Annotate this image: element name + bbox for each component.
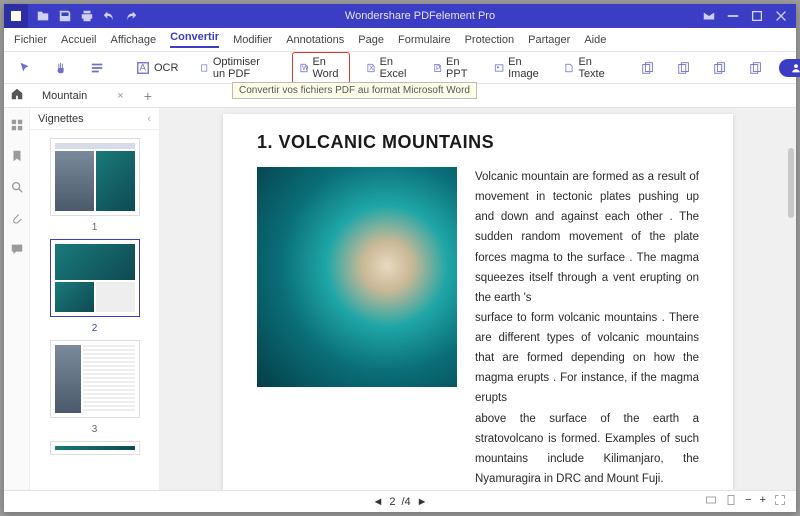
menu-partager[interactable]: Partager xyxy=(528,34,570,46)
page-current: 2 xyxy=(389,496,395,508)
redo-icon[interactable] xyxy=(124,9,138,23)
undo-icon[interactable] xyxy=(102,9,116,23)
svg-text:A: A xyxy=(140,62,147,73)
document-view[interactable]: 1. VOLCANIC MOUNTAINS Volcanic mountain … xyxy=(160,108,796,490)
to-excel-button[interactable]: XEn Excel xyxy=(360,53,417,83)
page-content: 1. VOLCANIC MOUNTAINS Volcanic mountain … xyxy=(223,114,733,490)
panel-close-icon[interactable]: ‹ xyxy=(147,113,151,125)
to-word-button[interactable]: WEn Word xyxy=(292,52,350,84)
menu-bar: Fichier Accueil Affichage Convertir Modi… xyxy=(4,28,796,52)
menu-page[interactable]: Page xyxy=(358,34,384,46)
batch-1-button[interactable] xyxy=(635,58,661,78)
thumbnail-page-2[interactable] xyxy=(50,239,140,317)
workspace: Vignettes ‹ 1 2 3 1. VOLC xyxy=(4,108,796,490)
fullscreen-icon[interactable] xyxy=(774,494,786,509)
to-ppt-button[interactable]: PEn PPT xyxy=(427,53,478,83)
print-icon[interactable] xyxy=(80,9,94,23)
prev-page-icon[interactable]: ◄ xyxy=(372,496,383,508)
quick-access xyxy=(28,9,146,23)
minimize-icon[interactable] xyxy=(726,9,740,23)
side-rail xyxy=(4,108,30,490)
save-icon[interactable] xyxy=(58,9,72,23)
window-controls xyxy=(694,9,796,23)
page-total: /4 xyxy=(401,496,410,508)
user-pill[interactable]: Shelley xyxy=(779,59,800,77)
select-tool[interactable] xyxy=(84,58,110,78)
ocr-button[interactable]: AOCR xyxy=(130,58,184,78)
thumbnail-page-1[interactable] xyxy=(50,138,140,216)
zoom-out-icon[interactable]: − xyxy=(745,494,751,509)
page-image xyxy=(257,167,457,387)
menu-convertir[interactable]: Convertir xyxy=(170,31,219,48)
tooltip: Convertir vos fichiers PDF au format Mic… xyxy=(232,82,477,99)
batch-3-button[interactable] xyxy=(707,58,733,78)
zoom-in-icon[interactable]: + xyxy=(760,494,766,509)
paragraph-1: Volcanic mountain are formed as a result… xyxy=(475,167,699,308)
thumbnail-page-3[interactable] xyxy=(50,340,140,418)
open-icon[interactable] xyxy=(36,9,50,23)
pointer-tool[interactable] xyxy=(12,58,38,78)
menu-affichage[interactable]: Affichage xyxy=(110,34,156,46)
app-logo xyxy=(4,4,28,28)
menu-protection[interactable]: Protection xyxy=(465,34,515,46)
thumb-label-1: 1 xyxy=(92,222,98,233)
thumbnails-panel: Vignettes ‹ 1 2 3 xyxy=(30,108,160,490)
tab-close-icon[interactable]: × xyxy=(117,90,123,102)
fit-page-icon[interactable] xyxy=(725,494,737,509)
batch-2-button[interactable] xyxy=(671,58,697,78)
svg-text:W: W xyxy=(302,64,309,71)
title-bar: Wondershare PDFelement Pro xyxy=(4,4,796,28)
tab-mountain[interactable]: Mountain× xyxy=(36,90,130,102)
menu-aide[interactable]: Aide xyxy=(584,34,606,46)
toolbar: AOCR Optimiser un PDF WEn Word XEn Excel… xyxy=(4,52,796,84)
paragraph-2: surface to form volcanic mountains . The… xyxy=(475,308,699,409)
svg-text:P: P xyxy=(435,64,440,71)
thumb-label-2: 2 xyxy=(92,323,98,334)
search-icon[interactable] xyxy=(10,180,24,197)
to-text-button[interactable]: En Texte xyxy=(558,53,614,83)
optimize-button[interactable]: Optimiser un PDF xyxy=(194,53,271,83)
batch-4-button[interactable] xyxy=(743,58,769,78)
status-bar: ◄ 2 /4 ► − + xyxy=(4,490,796,512)
menu-formulaire[interactable]: Formulaire xyxy=(398,34,451,46)
next-page-icon[interactable]: ► xyxy=(417,496,428,508)
attachment-icon[interactable] xyxy=(10,211,24,228)
thumbnails-header: Vignettes ‹ xyxy=(30,108,159,130)
scrollbar-thumb[interactable] xyxy=(788,148,794,218)
menu-accueil[interactable]: Accueil xyxy=(61,34,96,46)
close-icon[interactable] xyxy=(774,9,788,23)
comment-icon[interactable] xyxy=(10,242,24,259)
home-icon[interactable] xyxy=(10,87,28,104)
thumbnails-icon[interactable] xyxy=(10,118,24,135)
mail-icon[interactable] xyxy=(702,9,716,23)
hand-tool[interactable] xyxy=(48,58,74,78)
paragraph-3: above the surface of the earth a stratov… xyxy=(475,409,699,490)
menu-modifier[interactable]: Modifier xyxy=(233,34,272,46)
tab-add-icon[interactable]: + xyxy=(138,88,158,104)
bookmark-icon[interactable] xyxy=(10,149,24,166)
svg-text:X: X xyxy=(369,64,374,71)
window-title: Wondershare PDFelement Pro xyxy=(146,10,694,22)
fit-width-icon[interactable] xyxy=(705,494,717,509)
menu-annotations[interactable]: Annotations xyxy=(286,34,344,46)
thumbnails-list: 1 2 3 xyxy=(30,130,159,490)
page-heading: 1. VOLCANIC MOUNTAINS xyxy=(257,132,699,153)
to-image-button[interactable]: En Image xyxy=(488,53,549,83)
thumbnail-page-4[interactable] xyxy=(50,441,140,455)
thumb-label-3: 3 xyxy=(92,424,98,435)
menu-fichier[interactable]: Fichier xyxy=(14,34,47,46)
maximize-icon[interactable] xyxy=(750,9,764,23)
